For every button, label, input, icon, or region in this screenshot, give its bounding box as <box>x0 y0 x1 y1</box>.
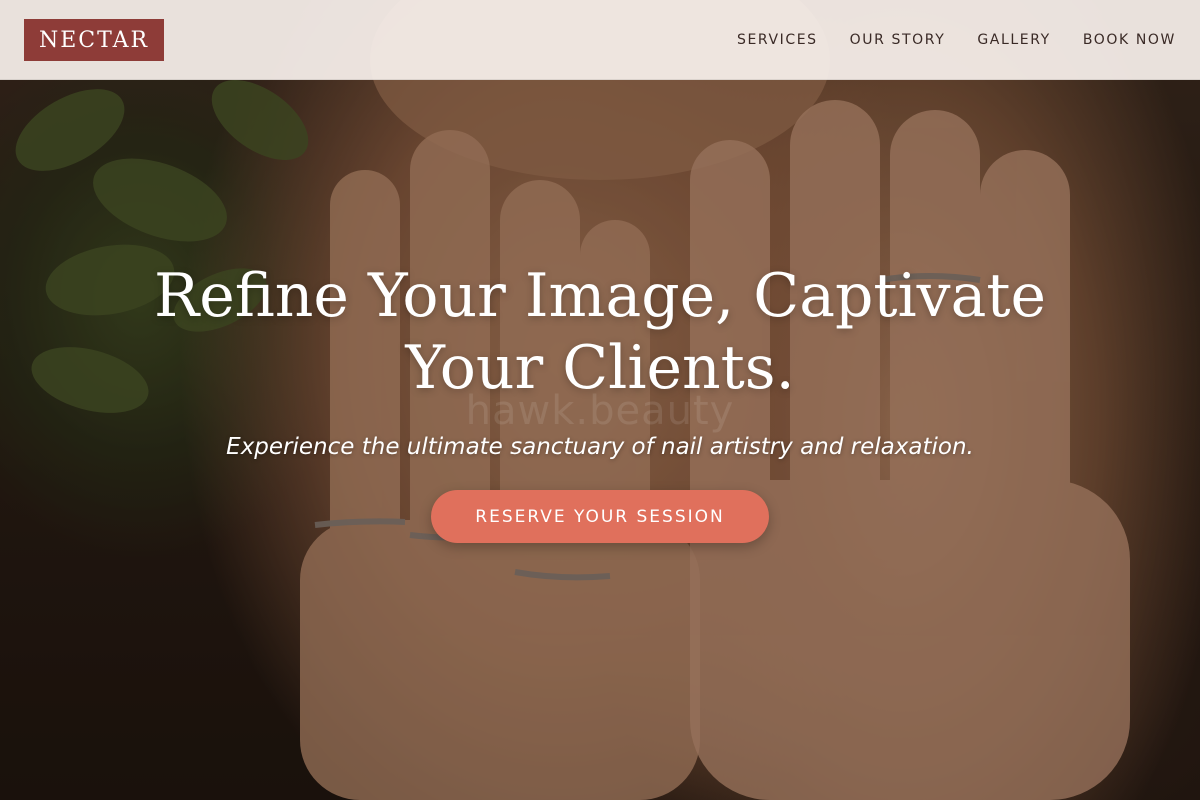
site-header: NECTAR SERVICES OUR STORY GALLERY BOOK N… <box>0 0 1200 80</box>
hero-title-line-1: Refine Your Image, Captivate <box>154 261 1046 331</box>
nav-link-services[interactable]: SERVICES <box>737 32 818 48</box>
nav-link-book-now[interactable]: BOOK NOW <box>1083 32 1176 48</box>
nav-link-gallery[interactable]: GALLERY <box>977 32 1050 48</box>
hero-subtitle: Experience the ultimate sanctuary of nai… <box>226 434 974 460</box>
hero-section: Refine Your Image, Captivate Your Client… <box>0 260 1200 543</box>
brand-logo[interactable]: NECTAR <box>24 19 164 61</box>
landing-page: hawk.beauty NECTAR SERVICES OUR STORY GA… <box>0 0 1200 800</box>
reserve-session-button[interactable]: RESERVE YOUR SESSION <box>431 490 769 543</box>
main-nav: SERVICES OUR STORY GALLERY BOOK NOW <box>737 0 1176 80</box>
nav-link-our-story[interactable]: OUR STORY <box>850 32 946 48</box>
hero-title: Refine Your Image, Captivate Your Client… <box>150 260 1050 404</box>
hero-title-line-2: Your Clients. <box>405 333 795 403</box>
